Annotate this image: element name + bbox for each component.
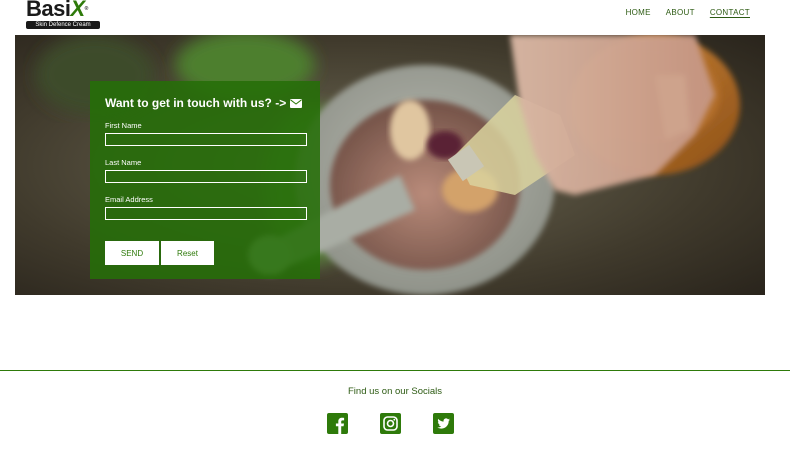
envelope-icon [290, 98, 303, 108]
first-name-field[interactable] [105, 133, 307, 146]
nav-about[interactable]: ABOUT [666, 8, 695, 18]
brand-logo[interactable]: BasiX® Skin Defence Cream [26, 0, 102, 29]
reset-button[interactable]: Reset [161, 241, 214, 265]
logo-tagline: Skin Defence Cream [26, 21, 100, 29]
site-header: BasiX® Skin Defence Cream HOME ABOUT CON… [0, 0, 790, 35]
main-nav: HOME ABOUT CONTACT [626, 8, 750, 18]
first-name-label: First Name [105, 121, 142, 130]
nav-contact[interactable]: CONTACT [710, 8, 750, 18]
send-button[interactable]: SEND [105, 241, 159, 265]
last-name-field[interactable] [105, 170, 307, 183]
logo-wordmark: BasiX® [26, 0, 88, 21]
twitter-icon[interactable] [433, 413, 454, 434]
socials-heading: Find us on our Socials [348, 386, 442, 397]
email-label: Email Address [105, 195, 153, 204]
contact-form: Want to get in touch with us? -> First N… [90, 81, 320, 279]
instagram-icon[interactable] [380, 413, 401, 434]
last-name-label: Last Name [105, 158, 142, 167]
facebook-icon[interactable] [327, 413, 348, 434]
contact-form-title: Want to get in touch with us? -> [105, 96, 303, 110]
nav-home[interactable]: HOME [626, 8, 651, 18]
email-field[interactable] [105, 207, 307, 220]
footer-divider [0, 370, 790, 371]
